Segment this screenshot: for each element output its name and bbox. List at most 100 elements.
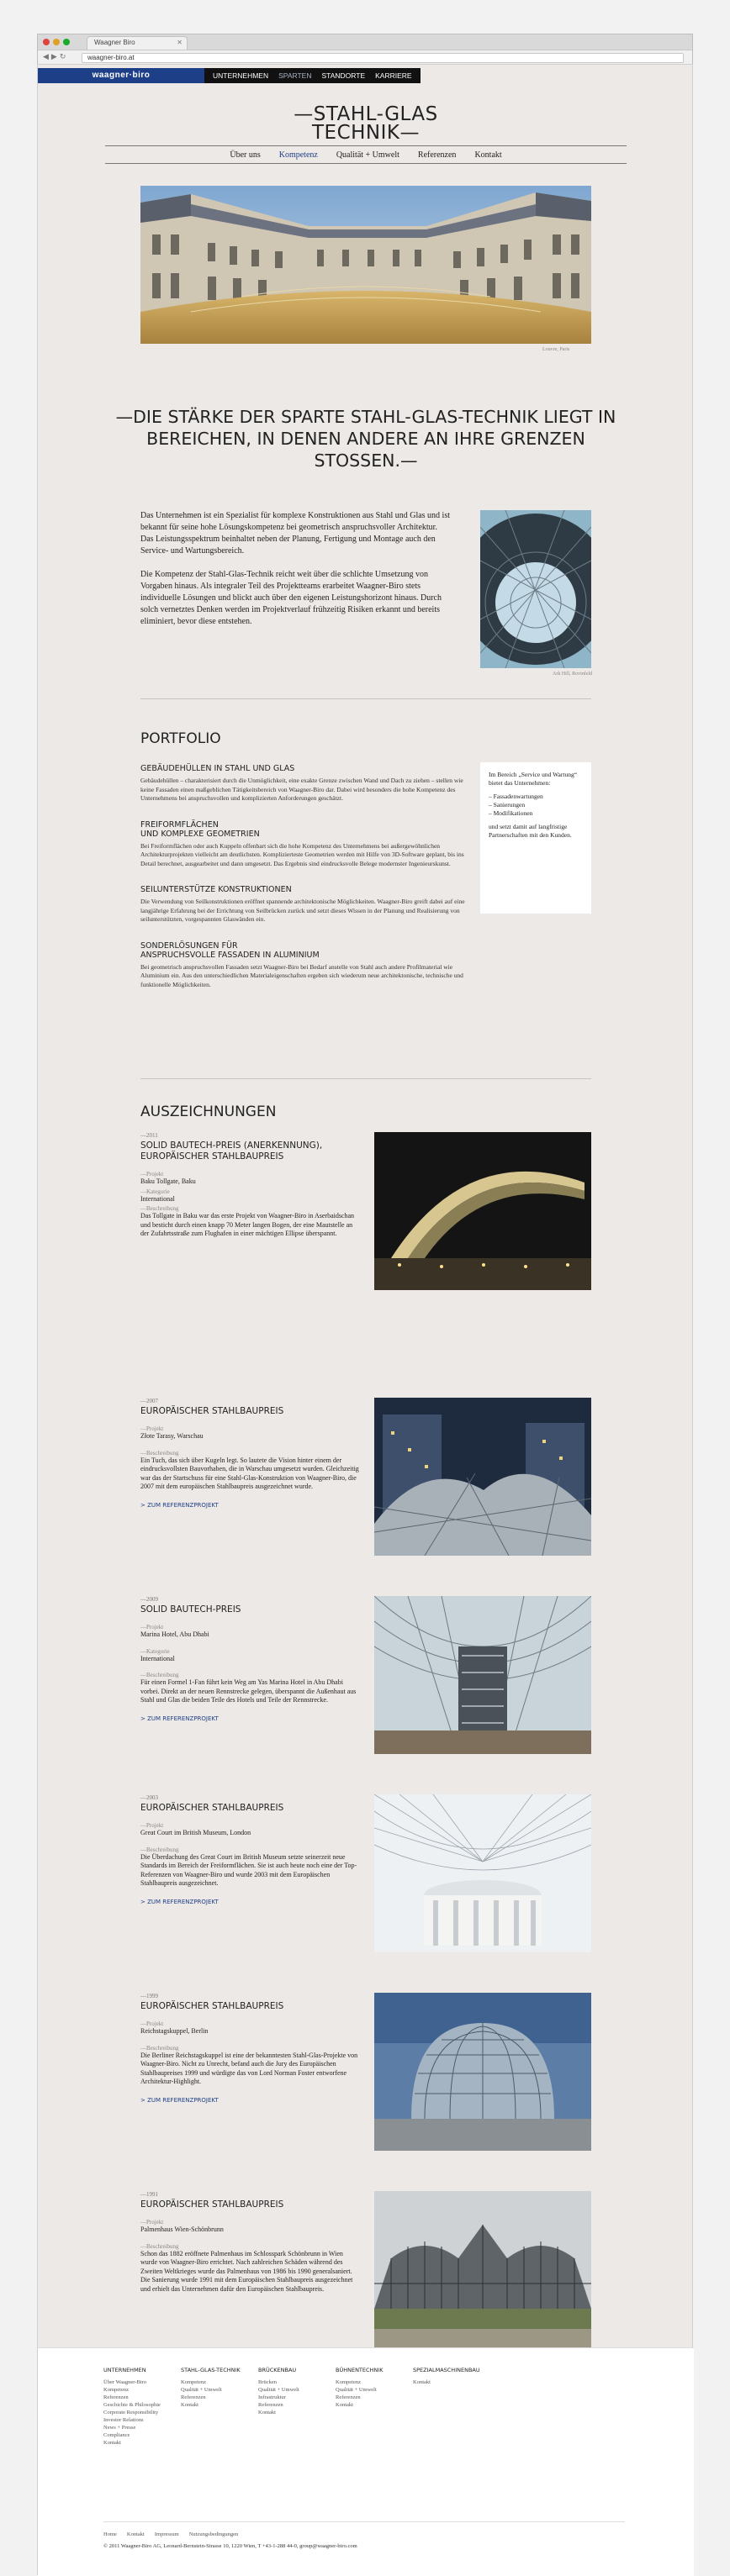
footer-link[interactable]: Referenzen <box>336 2394 403 2401</box>
award-field-value: Marina Hotel, Abu Dhabi <box>140 1630 209 1638</box>
waagner-biro-logo[interactable]: waagner·biro <box>38 68 204 83</box>
referenzprojekt-link[interactable]: > ZUM REFERENZPROJEKT <box>140 1502 359 1509</box>
award-text: —2009 SOLID BAUTECH-PREIS —Projekt Marin… <box>140 1596 359 1722</box>
minimize-window-button[interactable] <box>53 39 60 45</box>
portfolio-item: FREIFORMFLÄCHEN UND KOMPLEXE GEOMETRIEN … <box>140 820 477 869</box>
back-icon[interactable]: ◀ <box>43 53 51 61</box>
award-field-label: —Beschreibung <box>140 1205 179 1212</box>
subnav-ueber-uns[interactable]: Über uns <box>230 150 260 160</box>
footer-link-home[interactable]: Home <box>103 2531 117 2537</box>
footer-link[interactable]: Geschichte & Philosophie <box>103 2401 171 2409</box>
portfolio-heading: PORTFOLIO <box>140 730 221 747</box>
award-text: —2007 EUROPÄISCHER STAHLBAUPREIS —Projek… <box>140 1398 359 1509</box>
footer-column-title[interactable]: BRÜCKENBAU <box>258 2367 325 2373</box>
subnav-referenzen[interactable]: Referenzen <box>418 150 457 160</box>
referenzprojekt-link[interactable]: > ZUM REFERENZPROJEKT <box>140 1899 359 1905</box>
footer-link[interactable]: Investor Relations <box>103 2416 171 2424</box>
footer-link[interactable]: Kontakt <box>181 2401 248 2409</box>
award-field-value: Great Court im British Museum, London <box>140 1829 251 1836</box>
footer-link[interactable]: Qualität + Umwelt <box>181 2386 248 2394</box>
footer-link-kontakt[interactable]: Kontakt <box>127 2531 145 2537</box>
intro-paragraph-1: Das Unternehmen ist ein Spezialist für k… <box>140 511 450 556</box>
footer-link[interactable]: Brücken <box>258 2378 325 2386</box>
award-text: —1999 EUROPÄISCHER STAHLBAUPREIS —Projek… <box>140 1993 359 2104</box>
award-year: —2009 <box>140 1596 158 1603</box>
footer-link[interactable]: Referenzen <box>103 2394 171 2401</box>
service-box-outro: und setzt damit auf langfristige Partner… <box>489 823 572 839</box>
award-year: —1991 <box>140 2191 158 2198</box>
top-navigation: waagner·biro UNTERNEHMEN SPARTEN STANDOR… <box>38 68 421 83</box>
nav-buttons: ◀▶↻ <box>43 53 68 61</box>
topnav-karriere[interactable]: KARRIERE <box>370 71 416 80</box>
award-entry: —2007 EUROPÄISCHER STAHLBAUPREIS —Projek… <box>140 1398 591 1566</box>
award-title: EUROPÄISCHER STAHLBAUPREIS <box>140 1803 284 1813</box>
page-title-line-1: —STAHL-GLAS <box>294 103 438 125</box>
reload-icon[interactable]: ↻ <box>60 53 69 61</box>
footer-link[interactable]: Kompetenz <box>103 2386 171 2394</box>
footer-link[interactable]: Über Waagner-Biro <box>103 2378 171 2386</box>
award-field-label: —Kategorie <box>140 1647 170 1655</box>
browser-tab[interactable]: Waagner Biro ✕ <box>87 36 188 50</box>
footer-copyright: © 2011 Waagner-Biro AG, Leonard-Bernstei… <box>103 2543 357 2549</box>
footer-link[interactable]: Kontakt <box>336 2401 403 2409</box>
referenzprojekt-link[interactable]: > ZUM REFERENZPROJEKT <box>140 1715 359 1722</box>
footer-link[interactable]: Kontakt <box>413 2378 480 2386</box>
close-tab-icon[interactable]: ✕ <box>177 37 182 49</box>
award-field-value: Reichstagskuppel, Berlin <box>140 2027 209 2035</box>
footer-link-nutzungsbedingungen[interactable]: Nutzungsbedingungen <box>189 2531 239 2537</box>
award-image-zlote-tarasy <box>374 1398 591 1556</box>
footer-link[interactable]: Kontakt <box>258 2409 325 2416</box>
subnav-kontakt[interactable]: Kontakt <box>474 150 501 160</box>
portfolio-item-title: FREIFORMFLÄCHEN UND KOMPLEXE GEOMETRIEN <box>140 819 260 839</box>
award-text: —1991 EUROPÄISCHER STAHLBAUPREIS —Projek… <box>140 2191 359 2294</box>
footer-link[interactable]: News + Presse <box>103 2424 171 2431</box>
browser-tab-title: Waagner Biro <box>94 39 135 46</box>
portfolio-item: SONDERLÖSUNGEN FÜR ANSPRUCHSVOLLE FASSAD… <box>140 941 477 990</box>
page-title: —STAHL-GLAS TECHNIK— <box>38 103 694 143</box>
portfolio-item-text: Die Verwendung von Seilkonstruktionen er… <box>140 898 465 923</box>
footer-link[interactable]: Referenzen <box>181 2394 248 2401</box>
address-bar[interactable]: waagner-biro.at <box>82 53 684 63</box>
footer-link[interactable]: Kompetenz <box>181 2378 248 2386</box>
footer-link[interactable]: Infrastruktur <box>258 2394 325 2401</box>
topnav-standorte[interactable]: STANDORTE <box>317 71 371 80</box>
portfolio-item-title: SONDERLÖSUNGEN FÜR ANSPRUCHSVOLLE FASSAD… <box>140 940 320 960</box>
topnav-unternehmen[interactable]: UNTERNEHMEN <box>208 71 273 80</box>
portfolio-list: GEBÄUDEHÜLLEN IN STAHL UND GLAS Gebäudeh… <box>140 764 477 1006</box>
topnav-sparten[interactable]: SPARTEN <box>273 71 316 80</box>
subnav-qualitaet-umwelt[interactable]: Qualität + Umwelt <box>336 150 399 160</box>
referenzprojekt-link[interactable]: > ZUM REFERENZPROJEKT <box>140 2097 359 2104</box>
footer-column-title[interactable]: SPEZIALMASCHINENBAU <box>413 2367 480 2373</box>
service-box-item: – Sanierungen <box>489 801 526 809</box>
award-field-value: Palmenhaus Wien-Schönbrunn <box>140 2226 224 2233</box>
award-year: —1999 <box>140 1993 158 1999</box>
portfolio-item: SEILUNTERSTÜTZE KONSTRUKTIONEN Die Verwe… <box>140 885 477 925</box>
award-field-label: —Projekt <box>140 1425 164 1432</box>
subnav-kompetenz[interactable]: Kompetenz <box>279 150 318 160</box>
award-field-label: —Beschreibung <box>140 2044 179 2052</box>
footer-link[interactable]: Compliance <box>103 2431 171 2439</box>
portfolio-item: GEBÄUDEHÜLLEN IN STAHL UND GLAS Gebäudeh… <box>140 764 477 803</box>
award-entry: —1999 EUROPÄISCHER STAHLBAUPREIS —Projek… <box>140 1993 591 2161</box>
site-footer: UNTERNEHMEN Über Waagner-Biro Kompetenz Ref… <box>38 2347 694 2576</box>
award-field-value: Schon das 1882 eröffnete Palmenhaus im S… <box>140 2249 353 2293</box>
award-field-label: —Projekt <box>140 1624 164 1630</box>
window-controls <box>43 39 70 45</box>
forward-icon[interactable]: ▶ <box>51 53 60 61</box>
footer-link[interactable]: Kompetenz <box>336 2378 403 2386</box>
award-field-label: —Kategorie <box>140 1188 170 1195</box>
footer-link[interactable]: Corporate Responsibility <box>103 2409 171 2416</box>
footer-column-title[interactable]: UNTERNEHMEN <box>103 2367 171 2373</box>
intro-image-glass-roof <box>480 510 591 668</box>
service-box-list: – Fassadenwartungen – Sanierungen – Modi… <box>489 793 583 818</box>
intro-paragraph-2: Die Kompetenz der Stahl-Glas-Technik rei… <box>140 570 442 626</box>
footer-link[interactable]: Referenzen <box>258 2401 325 2409</box>
footer-link[interactable]: Kontakt <box>103 2439 171 2447</box>
footer-link-impressum[interactable]: Impressum <box>155 2531 179 2537</box>
footer-link[interactable]: Qualität + Umwelt <box>336 2386 403 2394</box>
footer-column-title[interactable]: BÜHNENTECHNIK <box>336 2367 403 2373</box>
footer-column-title[interactable]: STAHL-GLAS-TECHNIK <box>181 2367 248 2373</box>
maximize-window-button[interactable] <box>63 39 70 45</box>
footer-link[interactable]: Qualität + Umwelt <box>258 2386 325 2394</box>
close-window-button[interactable] <box>43 39 50 45</box>
